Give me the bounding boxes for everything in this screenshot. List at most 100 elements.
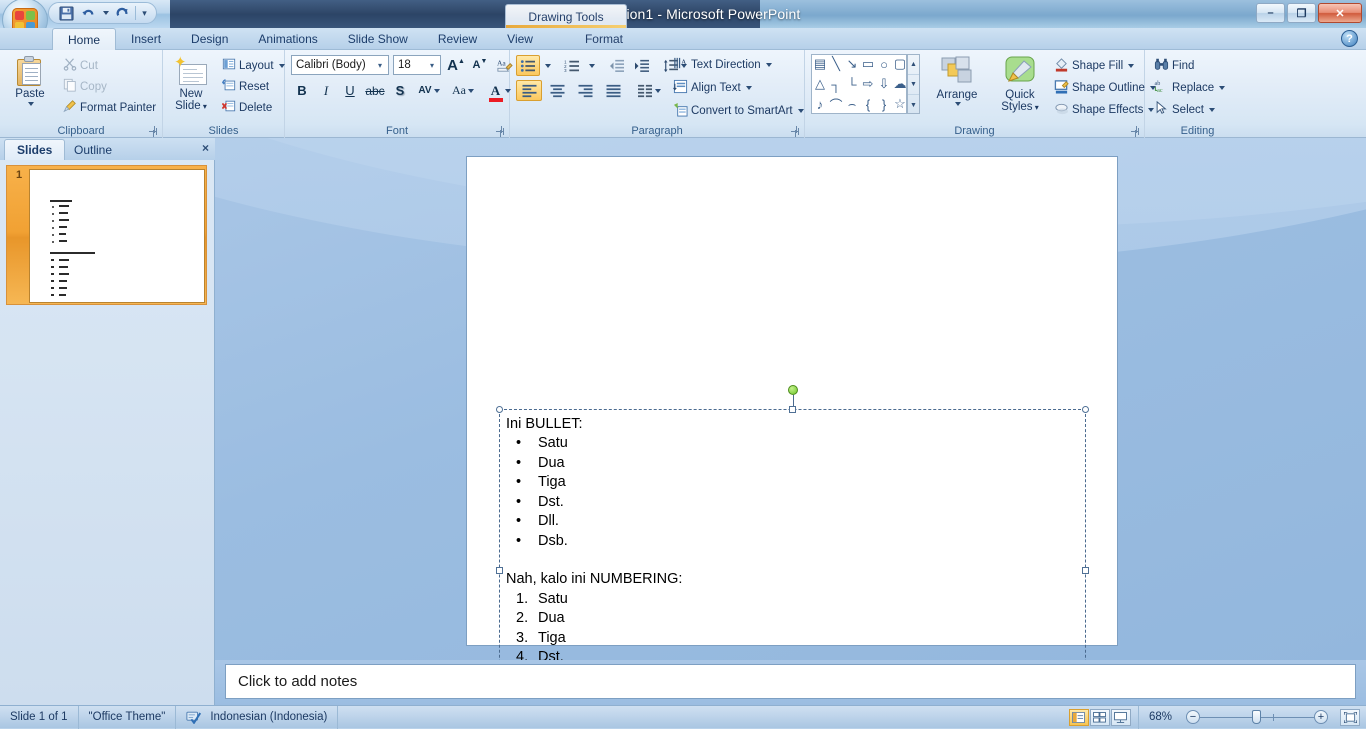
slide-counter[interactable]: Slide 1 of 1 — [0, 705, 79, 729]
shape-oval[interactable]: ○ — [876, 55, 892, 73]
zoom-track-right[interactable] — [1274, 716, 1314, 718]
pane-tab-outline[interactable]: Outline — [62, 139, 124, 160]
shapes-gallery[interactable]: ▤ ╲ ↘ ▭ ○ ▢ △ ┐ └ ⇨ ⇩ ☁ ♪ ⌒ ⌢ { } ☆ — [811, 54, 907, 114]
convert-to-smartart-button[interactable]: Convert to SmartArt — [670, 101, 807, 121]
slide-thumbnail-item[interactable]: 1 — [6, 165, 207, 305]
font-dialog-launcher[interactable] — [495, 125, 506, 136]
zoom-slider-thumb[interactable] — [1252, 710, 1261, 724]
paste-button[interactable]: Paste — [6, 54, 54, 108]
find-button[interactable]: Find — [1151, 56, 1197, 75]
close-pane-icon[interactable]: × — [202, 141, 209, 155]
tab-format[interactable]: Format — [570, 28, 638, 50]
shape-down-arrow[interactable]: ⇩ — [876, 75, 892, 93]
bullets-button[interactable] — [516, 55, 540, 76]
shape-outline-button[interactable]: Shape Outline — [1051, 78, 1159, 98]
align-center-button[interactable] — [544, 80, 570, 101]
tab-animations[interactable]: Animations — [243, 28, 332, 50]
shape-rectangle[interactable]: ▭ — [860, 55, 876, 73]
arrange-button[interactable]: Arrange — [927, 54, 987, 108]
drawing-dialog-launcher[interactable] — [1130, 125, 1141, 136]
tab-view[interactable]: View — [492, 28, 548, 50]
shape-left-brace[interactable]: { — [860, 95, 876, 113]
zoom-track-left[interactable] — [1200, 716, 1252, 718]
tab-slide-show[interactable]: Slide Show — [333, 28, 423, 50]
zoom-in-button[interactable]: + — [1314, 710, 1328, 724]
justify-button[interactable] — [600, 80, 626, 101]
select-button[interactable]: Select — [1151, 100, 1218, 119]
font-size-combo[interactable]: 18 ▾ — [393, 55, 441, 75]
new-slide-button[interactable]: ✦ New Slide ▾ — [167, 54, 215, 115]
notes-placeholder[interactable]: Click to add notes — [225, 664, 1356, 699]
grow-font-button[interactable]: A ▲ — [445, 55, 467, 75]
shape-rounded-rect[interactable]: ▢ — [892, 55, 908, 73]
font-name-combo[interactable]: Calibri (Body) ▾ — [291, 55, 389, 75]
resize-handle-top-left[interactable] — [496, 406, 503, 413]
shape-line[interactable]: ╲ — [828, 55, 844, 73]
cut-button[interactable]: Cut — [60, 56, 101, 75]
character-spacing-button[interactable]: AV — [413, 80, 445, 101]
bullets-dropdown[interactable] — [541, 55, 554, 76]
align-text-button[interactable]: Align Text — [670, 78, 755, 98]
shape-fill-button[interactable]: Shape Fill — [1051, 56, 1137, 76]
rotation-handle[interactable] — [787, 385, 798, 395]
resize-handle-middle-right[interactable] — [1082, 567, 1089, 574]
change-case-button[interactable]: Aa — [447, 80, 479, 101]
office-button[interactable] — [2, 0, 48, 28]
shape-textbox[interactable]: ▤ — [812, 55, 828, 73]
zoom-track-mid[interactable] — [1261, 716, 1273, 718]
customize-qat-icon[interactable]: ▾ — [139, 4, 150, 23]
paragraph-dialog-launcher[interactable] — [790, 125, 801, 136]
resize-handle-top-center[interactable] — [788, 406, 796, 413]
shrink-font-button[interactable]: A ▼ — [469, 55, 491, 75]
minimize-button[interactable]: – — [1256, 3, 1285, 23]
shapes-scroll-up-icon[interactable]: ▲ — [908, 55, 919, 75]
view-normal-button[interactable] — [1068, 708, 1089, 726]
increase-indent-button[interactable] — [630, 55, 654, 76]
view-slide-show-button[interactable] — [1110, 708, 1131, 726]
shape-freeform[interactable]: ♪ — [812, 95, 828, 113]
resize-handle-top-right[interactable] — [1082, 406, 1089, 413]
align-right-button[interactable] — [572, 80, 598, 101]
shapes-scrollbar[interactable]: ▲ ▼ ▼ — [907, 54, 920, 114]
shape-arc[interactable]: ⌒ — [828, 95, 844, 113]
shape-curve[interactable]: ⌢ — [844, 95, 860, 113]
delete-slide-button[interactable]: Delete — [219, 98, 275, 117]
zoom-out-button[interactable]: − — [1186, 710, 1200, 724]
shape-arrow[interactable]: ↘ — [844, 55, 860, 73]
columns-button[interactable] — [634, 80, 664, 101]
text-shadow-button[interactable]: S — [389, 80, 411, 101]
numbering-dropdown[interactable] — [585, 55, 598, 76]
decrease-indent-button[interactable] — [605, 55, 629, 76]
copy-button[interactable]: Copy — [60, 77, 110, 96]
text-direction-button[interactable]: A Text Direction — [670, 55, 775, 75]
zoom-level[interactable]: 68% — [1139, 706, 1180, 729]
align-left-button[interactable] — [516, 80, 542, 101]
shapes-more-icon[interactable]: ▼ — [908, 95, 919, 115]
format-painter-button[interactable]: Format Painter — [60, 98, 159, 117]
shapes-scroll-down-icon[interactable]: ▼ — [908, 75, 919, 95]
shape-right-brace[interactable]: } — [876, 95, 892, 113]
layout-button[interactable]: Layout — [219, 56, 288, 75]
fit-to-window-button[interactable] — [1340, 708, 1360, 726]
shape-effects-button[interactable]: Shape Effects — [1051, 100, 1157, 120]
tab-insert[interactable]: Insert — [116, 28, 176, 50]
resize-handle-middle-left[interactable] — [496, 567, 503, 574]
quick-styles-button[interactable]: Quick Styles ▾ — [991, 54, 1049, 116]
shape-elbow-connector[interactable]: ┐ — [828, 75, 844, 93]
theme-name[interactable]: "Office Theme" — [79, 705, 177, 729]
restore-button[interactable]: ❐ — [1287, 3, 1316, 23]
clipboard-dialog-launcher[interactable] — [148, 125, 159, 136]
underline-button[interactable]: U — [339, 80, 361, 101]
redo-icon[interactable] — [113, 4, 132, 23]
tab-home[interactable]: Home — [52, 28, 117, 50]
italic-button[interactable]: I — [315, 80, 337, 101]
shape-right-arrow[interactable]: ⇨ — [860, 75, 876, 93]
shape-triangle[interactable]: △ — [812, 75, 828, 93]
undo-icon[interactable] — [79, 4, 98, 23]
close-button[interactable]: ✕ — [1318, 3, 1362, 23]
shape-cloud[interactable]: ☁ — [892, 75, 908, 93]
selected-text-placeholder[interactable]: ≡ Ini BULLET: • Satu • Dua • Tiga • Dst.… — [496, 385, 1089, 660]
bold-button[interactable]: B — [291, 80, 313, 101]
pane-tab-slides[interactable]: Slides — [4, 139, 66, 160]
tab-review[interactable]: Review — [423, 28, 492, 50]
